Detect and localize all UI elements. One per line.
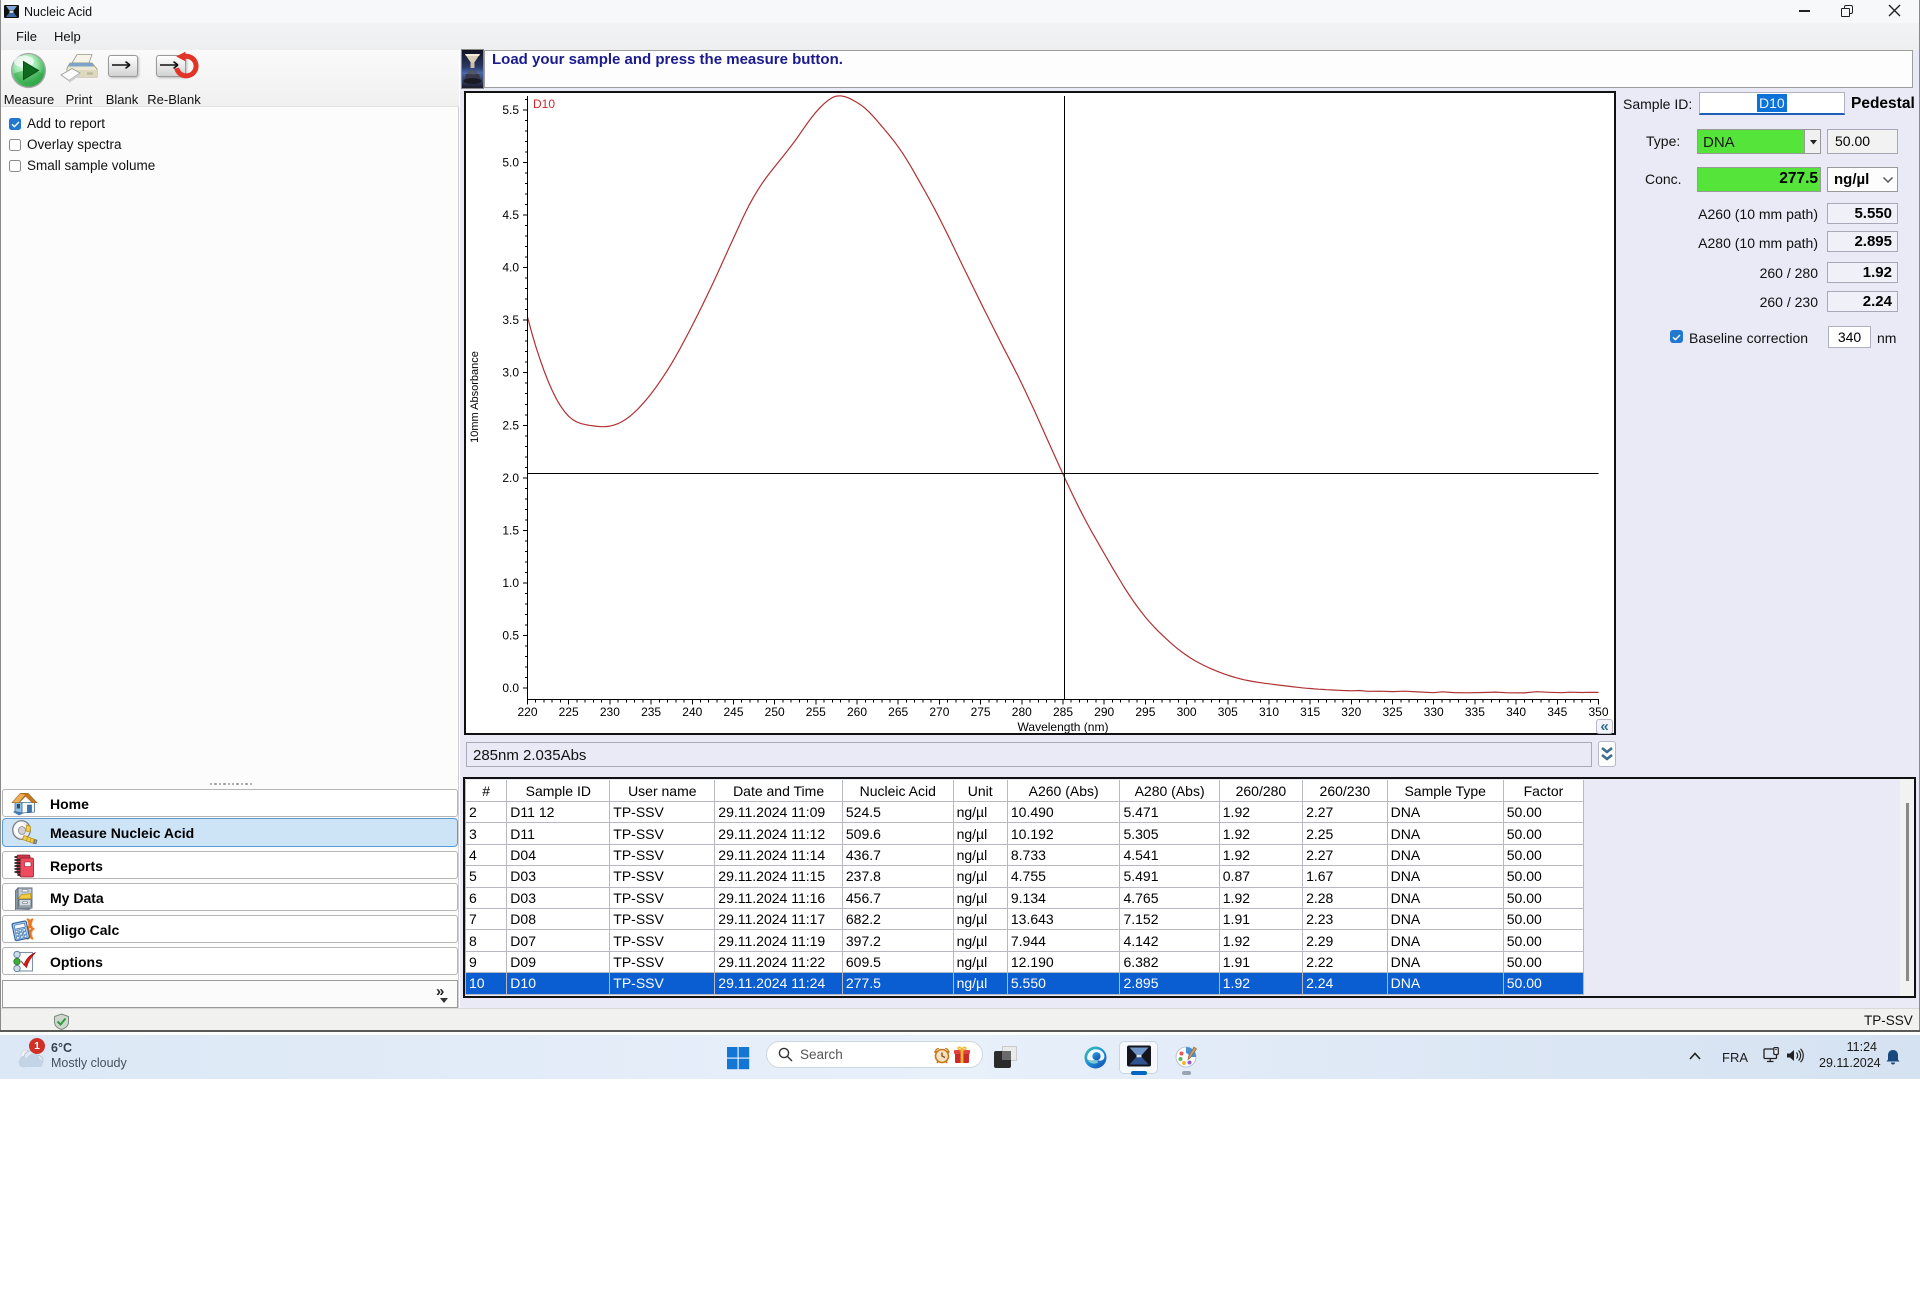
svg-text:265: 265: [888, 705, 908, 719]
svg-text:280: 280: [1012, 705, 1032, 719]
svg-text:260: 260: [847, 705, 867, 719]
svg-text:270: 270: [929, 705, 949, 719]
svg-text:285: 285: [1053, 705, 1073, 719]
svg-text:320: 320: [1341, 705, 1361, 719]
svg-text:275: 275: [971, 705, 991, 719]
svg-text:345: 345: [1547, 705, 1567, 719]
svg-text:315: 315: [1300, 705, 1320, 719]
svg-text:235: 235: [641, 705, 661, 719]
svg-text:255: 255: [806, 705, 826, 719]
svg-text:290: 290: [1094, 705, 1114, 719]
svg-text:335: 335: [1465, 705, 1485, 719]
svg-text:325: 325: [1382, 705, 1402, 719]
svg-text:2.5: 2.5: [502, 418, 519, 432]
svg-text:1.5: 1.5: [502, 523, 519, 537]
svg-text:4.0: 4.0: [502, 261, 519, 275]
svg-text:4.5: 4.5: [502, 208, 519, 222]
svg-text:305: 305: [1218, 705, 1238, 719]
svg-text:3.0: 3.0: [502, 366, 519, 380]
svg-text:340: 340: [1506, 705, 1526, 719]
svg-text:245: 245: [723, 705, 743, 719]
svg-text:250: 250: [765, 705, 785, 719]
svg-text:5.0: 5.0: [502, 156, 519, 170]
svg-text:0.0: 0.0: [502, 681, 519, 695]
svg-text:330: 330: [1424, 705, 1444, 719]
svg-text:D10: D10: [533, 97, 555, 111]
svg-text:5.5: 5.5: [502, 103, 519, 117]
svg-text:0.5: 0.5: [502, 629, 519, 643]
svg-text:220: 220: [517, 705, 537, 719]
svg-text:225: 225: [559, 705, 579, 719]
svg-text:240: 240: [682, 705, 702, 719]
svg-text:1.0: 1.0: [502, 576, 519, 590]
svg-text:300: 300: [1177, 705, 1197, 719]
svg-text:3.5: 3.5: [502, 313, 519, 327]
svg-text:350: 350: [1588, 705, 1608, 719]
svg-text:230: 230: [600, 705, 620, 719]
svg-text:2.0: 2.0: [502, 471, 519, 485]
svg-text:Wavelength (nm): Wavelength (nm): [1018, 720, 1109, 733]
svg-text:310: 310: [1259, 705, 1279, 719]
svg-text:10mm Absorbance: 10mm Absorbance: [469, 351, 481, 443]
svg-text:295: 295: [1135, 705, 1155, 719]
